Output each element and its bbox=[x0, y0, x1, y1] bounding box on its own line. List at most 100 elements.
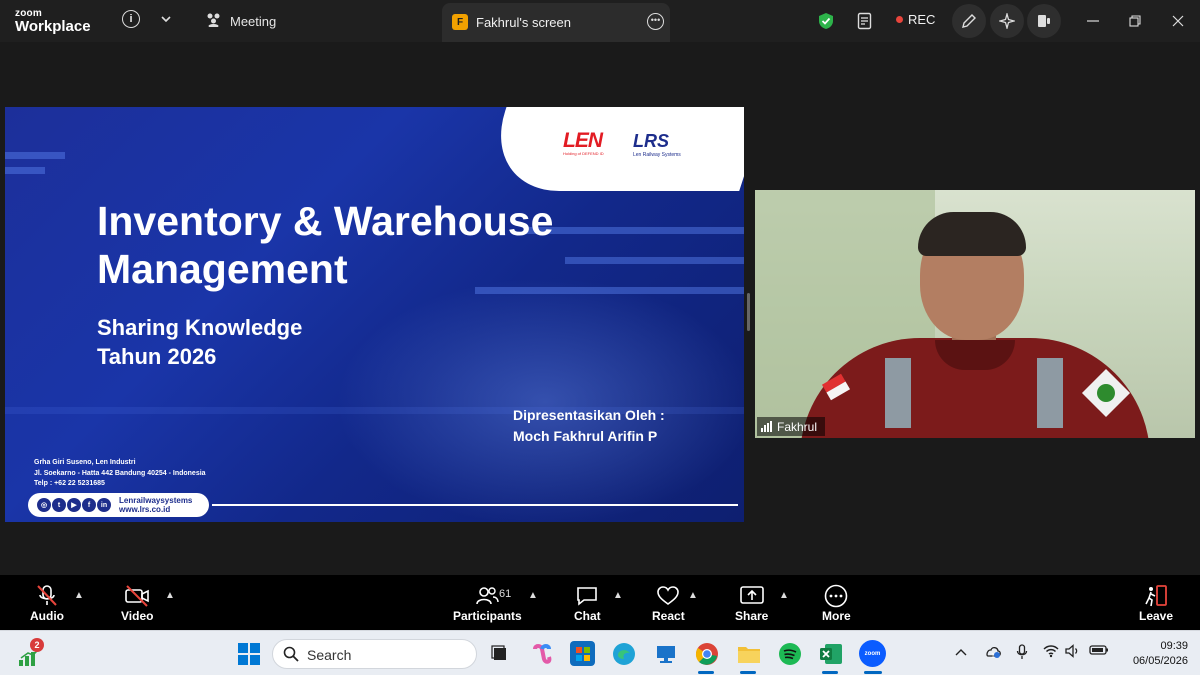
remote-desktop-icon[interactable] bbox=[653, 641, 678, 666]
linkedin-icon: in bbox=[97, 498, 111, 512]
share-button[interactable]: Share bbox=[735, 583, 768, 623]
volume-icon[interactable] bbox=[1065, 644, 1081, 661]
leave-button[interactable]: Leave bbox=[1139, 583, 1173, 623]
record-dot-icon bbox=[896, 16, 903, 23]
react-button[interactable]: React bbox=[652, 583, 685, 623]
lrs-logo: LRS Len Railway Systems bbox=[633, 131, 681, 158]
video-person-strap bbox=[1037, 358, 1063, 428]
zoom-workplace-logo: zoom Workplace bbox=[15, 9, 91, 35]
minimize-icon[interactable] bbox=[1085, 13, 1101, 29]
youtube-icon: ▶ bbox=[67, 498, 81, 512]
panel-resize-handle[interactable] bbox=[747, 293, 750, 331]
tab-shared-screen-label: Fakhrul's screen bbox=[476, 15, 571, 30]
wifi-icon[interactable] bbox=[1043, 644, 1059, 661]
close-icon[interactable] bbox=[1170, 13, 1186, 29]
leave-label: Leave bbox=[1139, 609, 1174, 623]
chat-icon bbox=[575, 583, 599, 609]
slide-website: www.lrs.co.id bbox=[119, 505, 171, 514]
chrome-active-indicator bbox=[698, 671, 714, 674]
clock-time: 09:39 bbox=[1160, 640, 1188, 652]
twitter-icon: t bbox=[52, 498, 66, 512]
title-bar: zoom Workplace i Meeting F Fakhrul's scr… bbox=[0, 0, 1200, 42]
rec-label: REC bbox=[908, 12, 936, 27]
slide-bottom-line bbox=[212, 504, 738, 506]
store-icon[interactable] bbox=[570, 641, 595, 666]
shield-icon[interactable] bbox=[817, 11, 835, 31]
more-button[interactable]: More bbox=[822, 583, 851, 623]
show-hidden-icons-icon[interactable] bbox=[955, 644, 967, 659]
microphone-icon[interactable] bbox=[1016, 644, 1028, 663]
video-off-icon bbox=[123, 583, 151, 609]
signal-icon bbox=[761, 421, 772, 432]
share-caret-icon[interactable]: ▲ bbox=[779, 590, 789, 601]
leave-icon bbox=[1143, 583, 1169, 609]
more-label: More bbox=[822, 609, 851, 623]
ai-companion-icon[interactable] bbox=[990, 4, 1024, 38]
zoom-icon[interactable]: zoom bbox=[859, 640, 886, 667]
len-logo-sub: Holding of DEFEND ID bbox=[563, 151, 604, 156]
restore-icon[interactable] bbox=[1127, 13, 1143, 29]
logo-line2: Workplace bbox=[15, 18, 91, 35]
notification-badge: 2 bbox=[30, 638, 44, 652]
notes-icon[interactable] bbox=[856, 11, 874, 31]
slide-logo-panel bbox=[479, 107, 744, 191]
chevron-down-icon[interactable] bbox=[158, 10, 174, 28]
file-explorer-icon[interactable] bbox=[736, 641, 761, 666]
info-icon[interactable]: i bbox=[122, 10, 140, 28]
apps-icon[interactable] bbox=[1027, 4, 1061, 38]
mic-muted-icon bbox=[34, 583, 60, 609]
taskbar-clock[interactable]: 09:39 06/05/2026 bbox=[1118, 639, 1188, 669]
taskbar-search[interactable]: Search bbox=[272, 639, 477, 669]
search-icon bbox=[283, 646, 299, 667]
react-caret-icon[interactable]: ▲ bbox=[688, 590, 698, 601]
participant-video[interactable] bbox=[755, 190, 1195, 438]
slide-subtitle-line2: Tahun 2026 bbox=[97, 344, 217, 369]
participants-icon bbox=[475, 583, 500, 609]
participants-caret-icon[interactable]: ▲ bbox=[528, 590, 538, 601]
slide-social-bar: ◎ t ▶ f in Lenrailwaysystems www.lrs.co.… bbox=[28, 493, 209, 517]
slide-address-line2: Jl. Soekarno - Hatta 442 Bandung 40254 -… bbox=[34, 469, 206, 477]
chat-caret-icon[interactable]: ▲ bbox=[613, 590, 623, 601]
tab-meeting-label: Meeting bbox=[230, 13, 277, 29]
video-person-hair bbox=[918, 212, 1026, 256]
shared-screen-slide: LEN Holding of DEFEND ID LRS Len Railway… bbox=[5, 107, 744, 522]
react-label: React bbox=[652, 609, 685, 623]
instagram-icon: ◎ bbox=[37, 498, 51, 512]
slide-presenter: Dipresentasikan Oleh : Moch Fakhrul Arif… bbox=[513, 405, 665, 447]
video-person-strap bbox=[885, 358, 911, 428]
edge-icon[interactable] bbox=[611, 641, 636, 666]
video-button[interactable]: Video bbox=[121, 583, 153, 623]
recording-indicator[interactable]: REC bbox=[896, 12, 935, 27]
lrs-logo-sub: Len Railway Systems bbox=[633, 152, 681, 158]
explorer-active-indicator bbox=[740, 671, 756, 674]
spotify-icon[interactable] bbox=[777, 641, 802, 666]
slide-address-line1: Grha Giri Suseno, Len Industri bbox=[34, 459, 136, 466]
excel-icon[interactable] bbox=[818, 641, 843, 666]
battery-icon[interactable] bbox=[1089, 644, 1109, 659]
annotate-icon[interactable] bbox=[952, 4, 986, 38]
video-options-caret-icon[interactable]: ▲ bbox=[165, 590, 175, 601]
slide-glow bbox=[335, 277, 744, 522]
participant-name: Fakhrul bbox=[777, 419, 818, 434]
participant-name-badge: Fakhrul bbox=[757, 417, 826, 436]
chat-label: Chat bbox=[574, 609, 601, 623]
chrome-icon[interactable] bbox=[694, 641, 719, 666]
windows-start-icon[interactable] bbox=[236, 641, 261, 666]
chat-button[interactable]: Chat bbox=[574, 583, 601, 623]
audio-options-caret-icon[interactable]: ▲ bbox=[74, 590, 84, 601]
slide-presented-by: Dipresentasikan Oleh : bbox=[513, 407, 665, 423]
audio-button[interactable]: Audio bbox=[30, 583, 64, 623]
tab-meeting[interactable]: Meeting bbox=[205, 12, 276, 30]
participants-button[interactable]: Participants bbox=[453, 583, 522, 623]
copilot-icon[interactable] bbox=[529, 641, 554, 666]
slide-subtitle: Sharing Knowledge Tahun 2026 bbox=[97, 313, 302, 371]
slide-subtitle-line1: Sharing Knowledge bbox=[97, 315, 303, 340]
tab-shared-screen[interactable]: F Fakhrul's screen ••• bbox=[442, 3, 670, 42]
participants-label: Participants bbox=[453, 609, 522, 623]
more-dots-icon bbox=[823, 583, 849, 609]
len-logo-mark: LEN bbox=[563, 129, 603, 152]
zoom-active-indicator bbox=[864, 671, 882, 674]
slide-stripe bbox=[565, 257, 744, 264]
file-icon[interactable] bbox=[487, 641, 512, 666]
more-icon[interactable]: ••• bbox=[647, 13, 664, 30]
